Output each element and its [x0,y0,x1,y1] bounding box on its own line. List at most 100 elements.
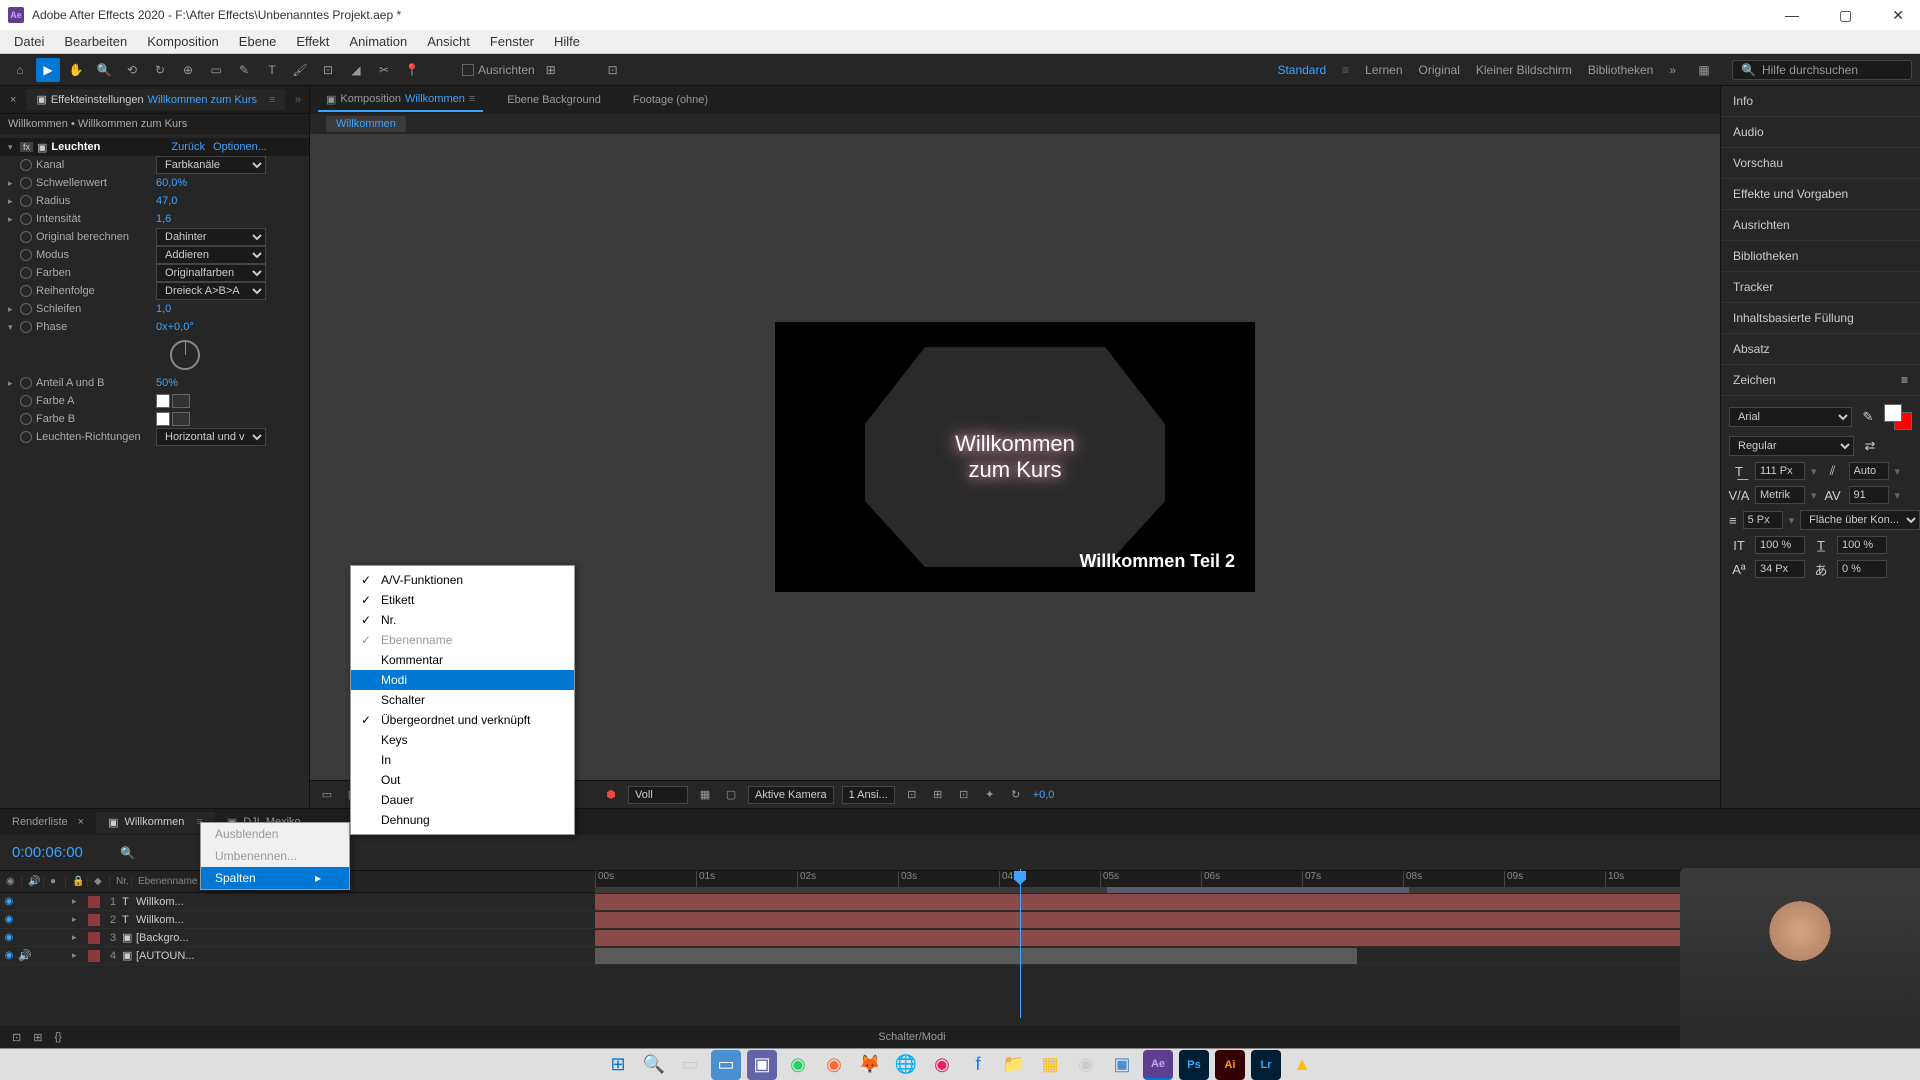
app-icon-1[interactable]: ◉ [819,1050,849,1080]
minimize-button[interactable]: — [1777,3,1807,28]
workspace-small[interactable]: Kleiner Bildschirm [1476,63,1572,77]
stopwatch-icon[interactable] [20,267,32,279]
col-vis[interactable]: ◉ [0,876,22,887]
footer-icon-1[interactable]: ⊡ [12,1031,21,1044]
messenger-icon[interactable]: ◉ [927,1050,957,1080]
layer-name[interactable]: [AUTOUN... [136,950,216,962]
breadcrumb[interactable]: Willkommen [326,116,406,132]
reihenfolge-select[interactable]: Dreieck A>B>A [156,282,266,300]
resolution-select[interactable]: Voll [628,786,688,804]
original-select[interactable]: Dahinter [156,228,266,246]
vc-icon-3[interactable]: ⊡ [955,786,973,804]
stopwatch-icon[interactable] [20,321,32,333]
pen-tool[interactable]: ✎ [232,58,256,82]
intensitat-value[interactable]: 1,6 [156,213,171,225]
transparency-icon[interactable]: ▦ [696,786,714,804]
layer-name[interactable]: [Backgro... [136,932,216,944]
panel-preview[interactable]: Vorschau [1721,148,1920,179]
label-color[interactable] [88,950,100,962]
stopwatch-icon[interactable] [20,195,32,207]
submenu-item[interactable]: Übergeordnet und verknüpft [351,710,574,730]
col-nr[interactable]: Nr. [110,876,132,887]
vc-icon-1[interactable]: ⊡ [903,786,921,804]
kerning-input[interactable] [1755,486,1805,504]
font-select[interactable]: Arial [1729,407,1852,427]
anchor-tool[interactable]: ⊕ [176,58,200,82]
panel-libraries[interactable]: Bibliotheken [1721,241,1920,272]
submenu-item[interactable]: Kommentar [351,650,574,670]
fill-over-select[interactable]: Fläche über Kon... [1800,510,1920,530]
vc-icon-5[interactable]: ↻ [1007,786,1025,804]
kanal-select[interactable]: Farbkanäle [156,156,266,174]
label-color[interactable] [88,914,100,926]
stopwatch-icon[interactable] [20,303,32,315]
color-b-swatch[interactable] [156,412,170,426]
visibility-toggle[interactable]: ◉ [0,896,18,907]
stroke-input[interactable] [1743,511,1783,529]
workspace-icon[interactable]: ▦ [1692,58,1716,82]
swap-colors-icon[interactable]: ⇄ [1860,437,1880,455]
col-label[interactable]: ◆ [88,876,110,887]
submenu-item[interactable]: Keys [351,730,574,750]
col-lock[interactable]: 🔒 [66,876,88,887]
current-time[interactable]: 0:00:06:00 [0,844,120,861]
tab-generic[interactable]: × [0,90,26,110]
layer-name[interactable]: Willkom... [136,914,216,926]
vscale-input[interactable] [1755,536,1805,554]
phase-dial[interactable] [170,340,200,370]
panel-menu-icon[interactable]: » [287,94,309,106]
submenu-item[interactable]: In [351,750,574,770]
selection-tool[interactable]: ▶ [36,58,60,82]
workspace-original[interactable]: Original [1419,63,1460,77]
color-a-swatch[interactable] [156,394,170,408]
visibility-toggle[interactable]: ◉ [0,932,18,943]
reset-button[interactable]: Zurück [171,141,205,153]
tab-composition[interactable]: ▣ Komposition Willkommen ≡ [318,89,483,112]
folder-icon[interactable]: 📁 [999,1050,1029,1080]
submenu-item[interactable]: A/V-Funktionen [351,570,574,590]
label-color[interactable] [88,932,100,944]
hand-tool[interactable]: ✋ [64,58,88,82]
roto-tool[interactable]: ✂ [372,58,396,82]
panel-effects[interactable]: Effekte und Vorgaben [1721,179,1920,210]
camera-select[interactable]: Aktive Kamera [748,786,834,804]
panel-align[interactable]: Ausrichten [1721,210,1920,241]
leading-input[interactable] [1849,462,1889,480]
panel-tracker[interactable]: Tracker [1721,272,1920,303]
richtungen-select[interactable]: Horizontal und vert [156,428,266,446]
photoshop-icon[interactable]: Ps [1179,1050,1209,1080]
eyedropper-b[interactable] [172,412,190,426]
phase-value[interactable]: 0x+0,0° [156,321,194,333]
submenu-item[interactable]: Schalter [351,690,574,710]
taskview-button[interactable]: ▭ [675,1050,705,1080]
stopwatch-icon[interactable] [20,159,32,171]
panel-audio[interactable]: Audio [1721,117,1920,148]
maximize-button[interactable]: ▢ [1831,3,1860,28]
effect-name[interactable]: Leuchten [51,141,171,153]
font-size-input[interactable] [1755,462,1805,480]
vc-icon-4[interactable]: ✦ [981,786,999,804]
layer-expand[interactable]: ▸ [72,914,84,925]
stopwatch-icon[interactable] [20,431,32,443]
panel-content-fill[interactable]: Inhaltsbasierte Füllung [1721,303,1920,334]
ctx-columns[interactable]: Spalten▸ [201,867,349,889]
after-effects-icon[interactable]: Ae [1143,1050,1173,1080]
stamp-tool[interactable]: ⊡ [316,58,340,82]
footer-icon-2[interactable]: ⊞ [33,1031,42,1044]
zoom-tool[interactable]: 🔍 [92,58,116,82]
effect-expand[interactable]: ▾ [8,142,20,153]
modus-select[interactable]: Addieren [156,246,266,264]
fx-badge[interactable]: fx [20,142,33,152]
tsume-input[interactable] [1837,560,1887,578]
whatsapp-icon[interactable]: ◉ [783,1050,813,1080]
eyedropper-icon[interactable]: ✎ [1858,408,1878,426]
submenu-item[interactable]: Modi [351,670,574,690]
schleifen-value[interactable]: 1,0 [156,303,171,315]
illustrator-icon[interactable]: Ai [1215,1050,1245,1080]
menu-help[interactable]: Hilfe [544,32,590,51]
audio-toggle[interactable]: 🔊 [18,949,36,962]
layer-expand[interactable]: ▸ [72,932,84,943]
menu-effect[interactable]: Effekt [286,32,339,51]
options-button[interactable]: Optionen... [213,141,267,153]
layer-bar-4[interactable] [595,948,1357,964]
